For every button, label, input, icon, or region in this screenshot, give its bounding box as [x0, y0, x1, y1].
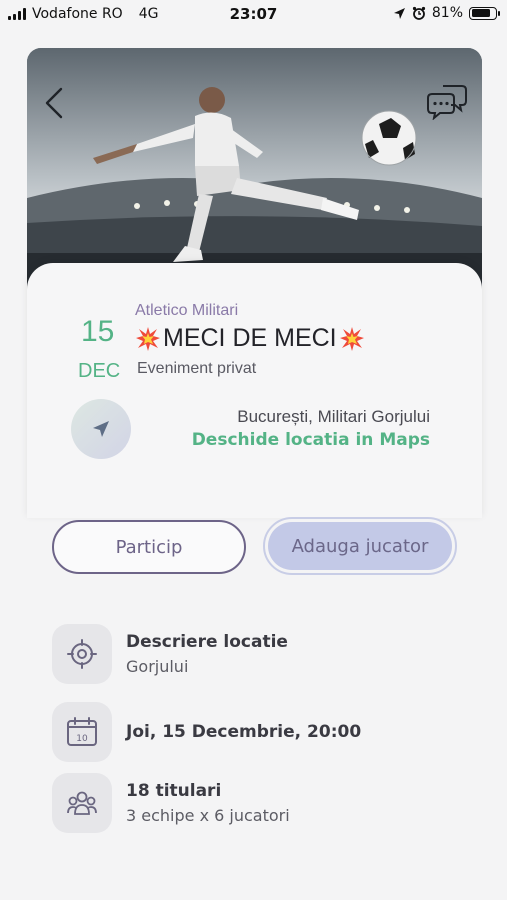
target-icon — [67, 639, 97, 669]
players-row: 18 titulari 3 echipe x 6 jucatori — [52, 773, 290, 833]
event-address: București, Militari Gorjului — [237, 407, 430, 426]
alarm-icon — [412, 6, 425, 20]
navigation-arrow-icon — [93, 421, 109, 437]
collision-emoji-icon — [339, 326, 364, 351]
back-button[interactable] — [41, 86, 67, 120]
players-subtitle: 3 echipe x 6 jucatori — [126, 806, 290, 825]
event-date-month: DEC — [78, 360, 121, 382]
chat-bubbles-icon — [427, 85, 467, 120]
event-club-name: Atletico Militari — [135, 302, 239, 319]
soccer-ball — [361, 110, 417, 166]
datetime-row: 10 Joi, 15 Decembrie, 20:00 — [52, 702, 361, 762]
collision-emoji-icon — [136, 326, 160, 351]
battery-percent: 81% — [431, 5, 463, 21]
location-title: Descriere locatie — [126, 632, 288, 652]
event-title-text: MECI DE MECI — [163, 324, 337, 352]
open-in-maps-link[interactable]: Deschide locatia in Maps — [192, 430, 430, 450]
players-text: 18 titulari 3 echipe x 6 jucatori — [126, 781, 290, 825]
event-info-card: 15 DEC Atletico Militari MECI DE MECI Ev… — [27, 263, 482, 518]
status-right: 81% — [393, 5, 500, 21]
calendar-icon: 10 — [67, 717, 97, 746]
event-datetime: Joi, 15 Decembrie, 20:00 — [126, 722, 362, 742]
datetime-text: Joi, 15 Decembrie, 20:00 — [126, 722, 361, 742]
event-title: MECI DE MECI — [135, 324, 365, 353]
battery-icon — [469, 6, 500, 20]
status-bar: Vodafone RO 4G 23:07 81% — [0, 0, 507, 30]
info-icon-box — [52, 624, 112, 684]
calendar-day-number: 10 — [76, 734, 88, 744]
chevron-left-icon — [45, 87, 63, 119]
event-date-day: 15 — [81, 315, 115, 348]
players-title: 18 titulari — [126, 781, 222, 801]
location-text: Descriere locatie Gorjului — [126, 632, 288, 676]
group-icon — [67, 791, 97, 815]
location-subtitle: Gorjului — [126, 657, 189, 676]
location-button[interactable] — [71, 399, 131, 459]
location-description-row: Descriere locatie Gorjului — [52, 624, 288, 684]
info-icon-box: 10 — [52, 702, 112, 762]
chat-button[interactable] — [426, 82, 468, 120]
add-player-label: Adauga jucator — [268, 522, 452, 570]
participate-button[interactable]: Particip — [52, 520, 246, 574]
location-arrow-icon — [393, 7, 405, 19]
add-player-button[interactable]: Adauga jucator — [263, 517, 457, 575]
info-icon-box — [52, 773, 112, 833]
event-privacy: Eveniment privat — [137, 360, 257, 377]
